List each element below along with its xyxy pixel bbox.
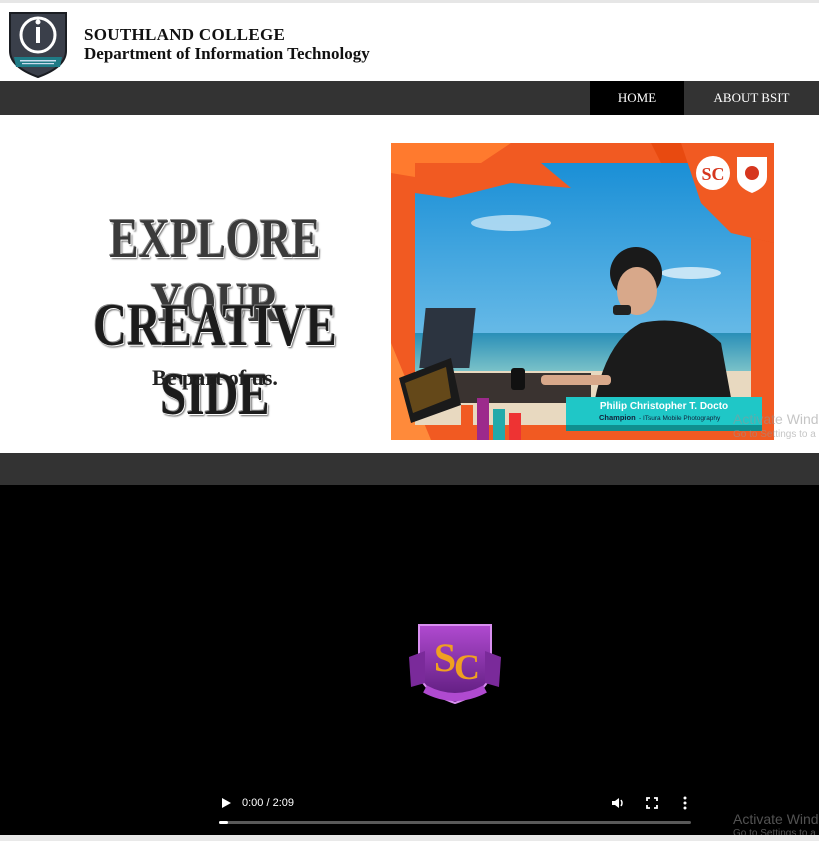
sc-crest-icon: SC [696,156,730,190]
poster-award: Champion [599,413,636,422]
poster-category: - ITsura Mobile Photography [639,415,721,422]
fullscreen-icon[interactable] [645,796,659,810]
college-logo-icon[interactable] [6,7,70,79]
activate-windows-watermark-2: Activate Wind [733,811,819,827]
headline-creative-side: CREATIVE SIDE [93,292,337,427]
hero-banner: EXPLORE YOUR CREATIVE SIDE Be part of us… [0,115,819,453]
hero-tagline: Be part of us. [152,365,278,390]
southland-college-sc-logo-icon: S C [405,617,505,709]
video-player[interactable]: S C 0:00 / 2:09 Activate Wind Go to Sett… [0,485,819,839]
poster-winner-name: Philip Christopher T. Docto [600,401,728,412]
champion-poster-image: Philip Christopher T. Docto Champion - I… [391,143,774,440]
site-header: SOUTHLAND COLLEGE Department of Informat… [0,3,819,81]
svg-text:S: S [434,635,456,680]
nav-about-bsit[interactable]: ABOUT BSIT [684,81,819,115]
page-bottom-edge [0,835,819,841]
svg-text:C: C [454,647,480,687]
college-name: SOUTHLAND COLLEGE [84,25,286,44]
department-name: Department of Information Technology [84,44,370,63]
more-options-icon[interactable] [680,795,690,811]
video-time: 0:00 / 2:09 [242,797,294,809]
volume-icon[interactable] [610,795,626,811]
section-divider-band [0,453,819,485]
svg-text:SC: SC [701,164,724,184]
activate-windows-watermark: Activate Wind [733,411,819,427]
video-progress-fill [219,821,229,824]
activate-windows-watermark-sub: Go to Settings to a [733,429,816,440]
main-navbar: HOME ABOUT BSIT [0,81,819,115]
nav-home[interactable]: HOME [590,81,684,115]
video-progress-bar[interactable] [219,821,691,824]
play-button[interactable] [218,795,234,811]
